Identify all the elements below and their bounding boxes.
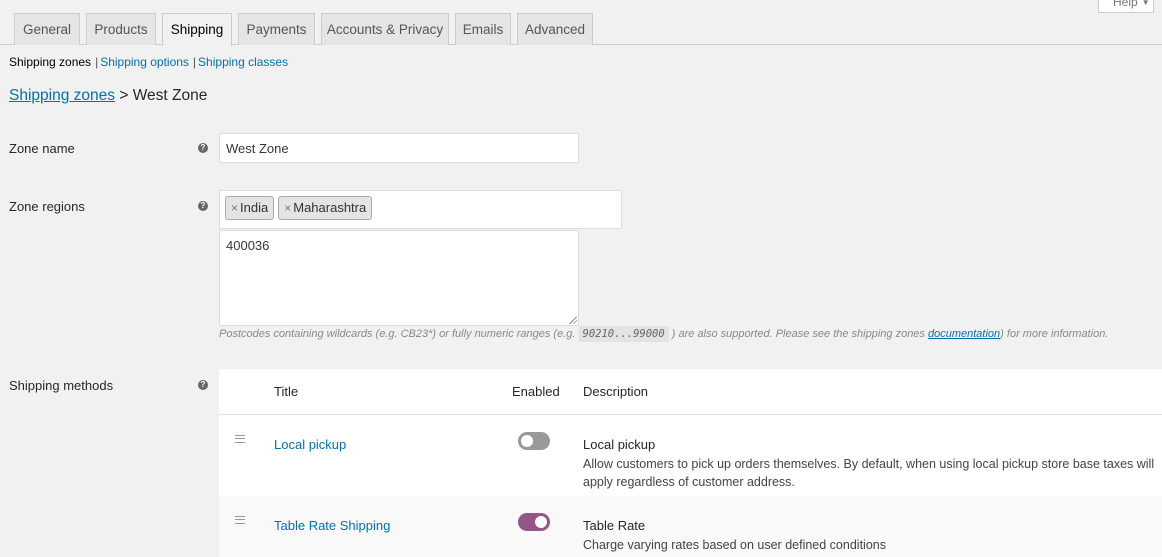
tab-products[interactable]: Products <box>86 13 156 45</box>
tab-shipping[interactable]: Shipping <box>162 13 232 46</box>
help-icon[interactable]: ? <box>198 201 208 211</box>
region-chip-maharashtra: × Maharashtra <box>278 196 373 220</box>
drag-handle-icon[interactable] <box>235 516 245 524</box>
remove-chip-icon[interactable]: × <box>284 201 291 215</box>
zone-regions-select[interactable]: × India × Maharashtra <box>219 190 622 229</box>
tab-payments[interactable]: Payments <box>238 13 315 45</box>
zone-name-input[interactable]: West Zone <box>219 133 579 163</box>
zone-regions-label: Zone regions <box>9 199 85 214</box>
subnav-shipping-classes[interactable]: Shipping classes <box>198 55 288 69</box>
tab-advanced[interactable]: Advanced <box>517 13 593 45</box>
resize-handle-icon[interactable] <box>569 316 577 324</box>
shipping-methods-table: Title Enabled Description Local pickup L… <box>219 369 1162 557</box>
table-row: Local pickup Local pickup Allow customer… <box>219 415 1162 496</box>
postcodes-textarea[interactable]: 400036 <box>219 230 579 326</box>
method-title-link[interactable]: Local pickup <box>274 437 346 452</box>
zone-name-label: Zone name <box>9 141 75 156</box>
breadcrumb-shipping-zones-link[interactable]: Shipping zones <box>9 87 115 104</box>
tab-general[interactable]: General <box>14 13 80 45</box>
shipping-methods-label: Shipping methods <box>9 378 114 393</box>
documentation-link[interactable]: documentation <box>928 328 1000 340</box>
table-row: Table Rate Shipping Table Rate Charge va… <box>219 496 1162 557</box>
table-header: Title Enabled Description <box>219 369 1162 415</box>
postcodes-description: Postcodes containing wildcards (e.g. CB2… <box>219 326 1109 342</box>
breadcrumb-separator: > <box>119 87 129 104</box>
subnav-shipping-options[interactable]: Shipping options <box>100 55 189 69</box>
method-title-link[interactable]: Table Rate Shipping <box>274 518 390 533</box>
breadcrumb: Shipping zones > West Zone <box>9 87 207 105</box>
help-icon[interactable]: ? <box>198 143 208 153</box>
postcode-range-example: 90210...99000 <box>578 326 669 342</box>
region-chip-india: × India <box>225 196 275 220</box>
subnav-shipping-zones[interactable]: Shipping zones <box>9 55 91 69</box>
shipping-subnav: Shipping zones | Shipping options | Shipping… <box>9 55 289 69</box>
method-desc-title: Local pickup <box>583 437 656 452</box>
breadcrumb-current: West Zone <box>132 87 208 104</box>
tab-emails[interactable]: Emails <box>455 13 511 45</box>
help-icon[interactable]: ? <box>198 380 208 390</box>
column-description: Description <box>583 384 649 399</box>
caret-down-icon: ▼ <box>1141 0 1150 7</box>
drag-handle-icon[interactable] <box>235 435 245 443</box>
column-enabled: Enabled <box>512 384 560 399</box>
help-tab[interactable]: Help ▼ <box>1098 0 1154 13</box>
method-desc-text: Allow customers to pick up orders themse… <box>583 457 1155 489</box>
help-label: Help <box>1113 0 1138 9</box>
method-desc-title: Table Rate <box>583 518 646 533</box>
remove-chip-icon[interactable]: × <box>231 201 238 215</box>
tab-accounts-privacy[interactable]: Accounts & Privacy <box>321 13 449 45</box>
enabled-toggle[interactable] <box>518 513 550 531</box>
enabled-toggle[interactable] <box>518 432 550 450</box>
method-desc-text: Charge varying rates based on user defin… <box>583 538 886 552</box>
settings-tabs: General Products Shipping Payments Accou… <box>0 13 1162 46</box>
column-title: Title <box>274 384 299 399</box>
